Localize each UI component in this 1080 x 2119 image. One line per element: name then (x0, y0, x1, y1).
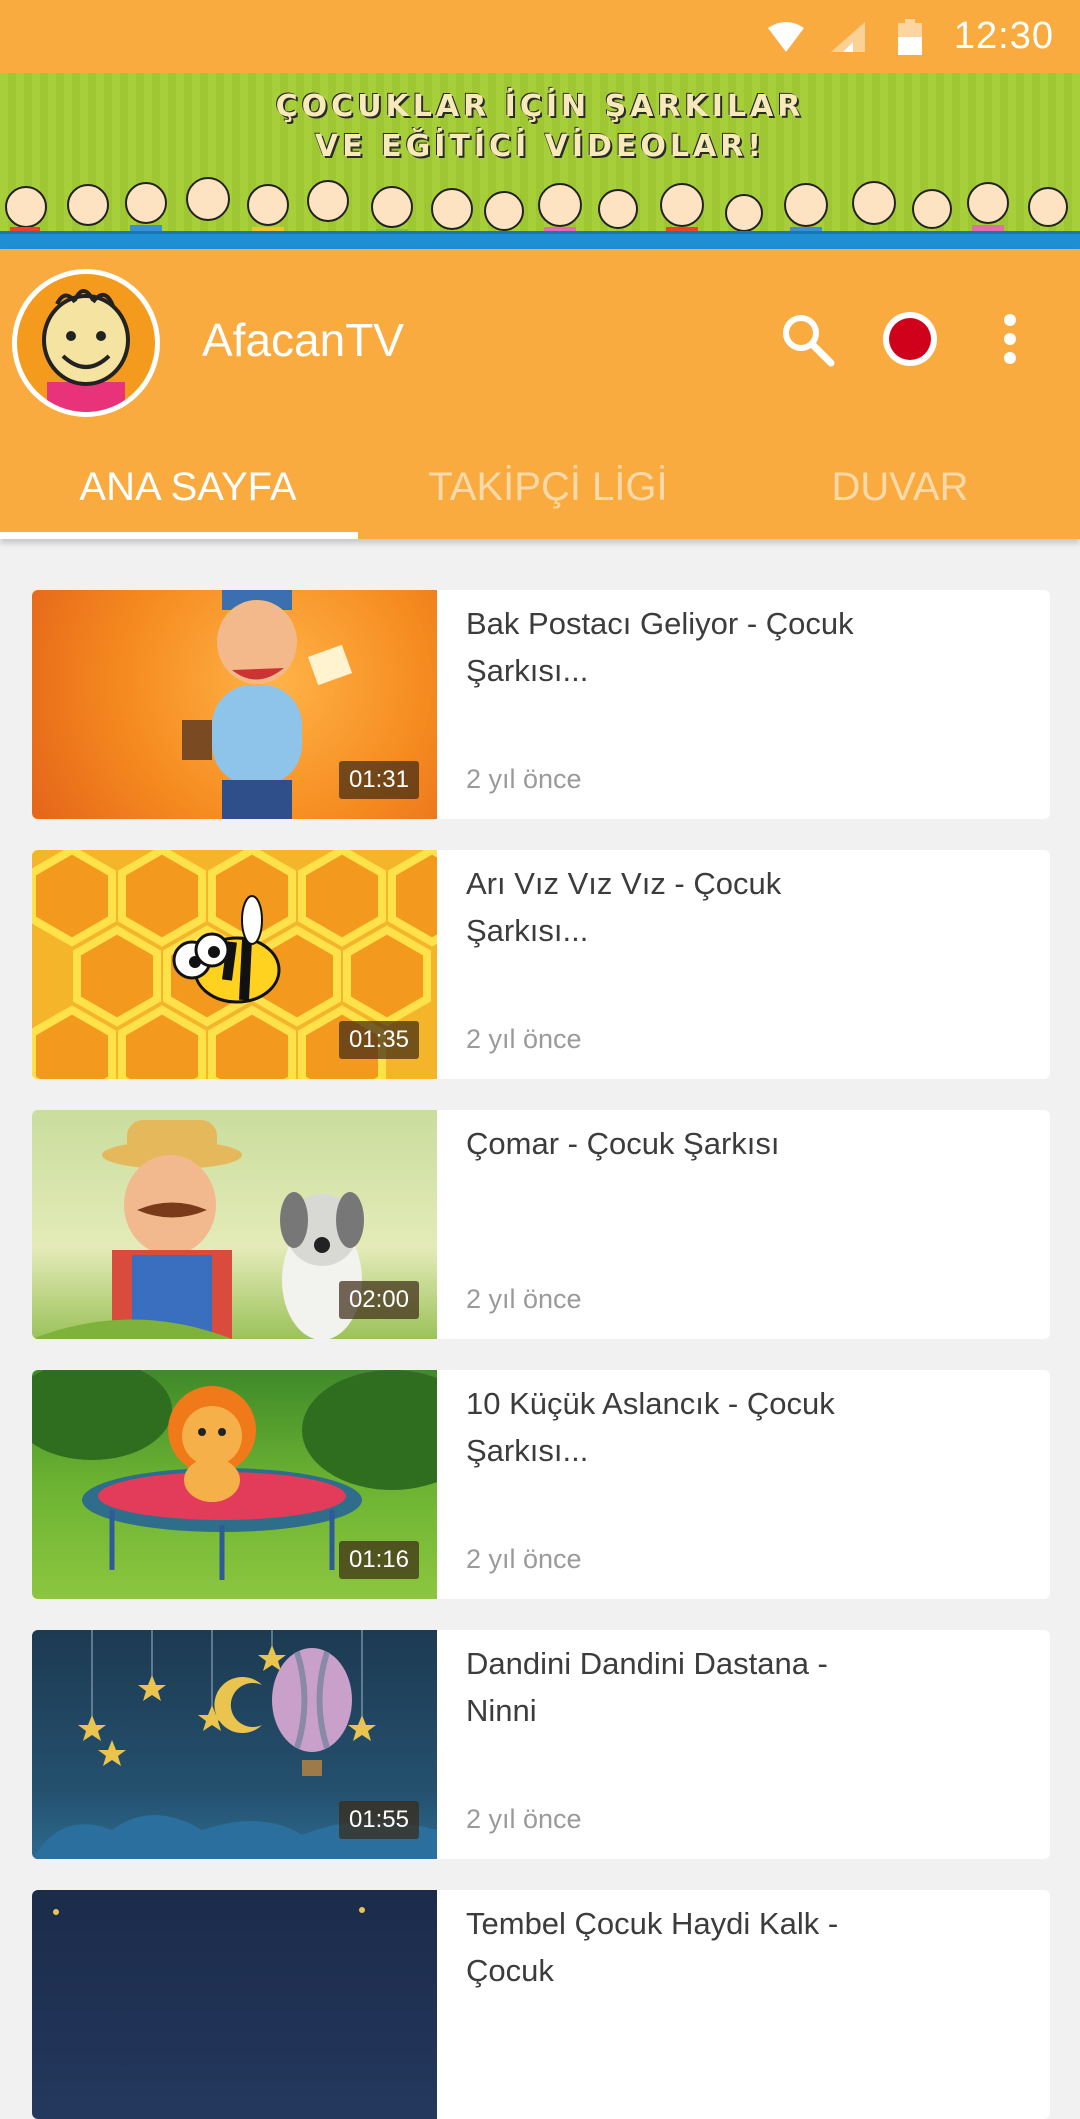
video-thumbnail[interactable]: 01:35 (32, 850, 437, 1079)
banner-line-2: VE EĞİTİCİ VİDEOLAR! (314, 129, 766, 164)
video-thumbnail[interactable]: 01:31 (32, 590, 437, 819)
tab-takipci-ligi[interactable]: TAKİPÇİ LİGİ (376, 439, 720, 539)
video-title[interactable]: 10 Küçük Aslancık - Çocuk Şarkısı... (466, 1380, 906, 1474)
video-card[interactable]: 01:55 Dandini Dandini Dastana - Ninni 2 … (32, 1630, 1050, 1859)
channel-banner: ÇOCUKLAR İÇİN ŞARKILAR VE EĞİTİCİ VİDEOL… (0, 73, 1080, 249)
status-time: 12:30 (953, 15, 1054, 57)
video-title[interactable]: Arı Vız Vız Vız - Çocuk Şarkısı... (466, 860, 906, 954)
more-vert-icon[interactable] (978, 307, 1042, 371)
battery-icon (892, 18, 928, 55)
video-duration: 01:16 (338, 1541, 419, 1579)
video-title[interactable]: Tembel Çocuk Haydi Kalk - Çocuk (466, 1900, 906, 1994)
video-age: 2 yıl önce (466, 1804, 582, 1834)
tab-bar: ANA SAYFA TAKİPÇİ LİGİ DUVAR (0, 439, 1080, 539)
video-card[interactable]: 01:35 Arı Vız Vız Vız - Çocuk Şarkısı...… (32, 850, 1050, 1079)
video-duration: 01:35 (338, 1021, 419, 1059)
banner-line-1: ÇOCUKLAR İÇİN ŞARKILAR (275, 89, 805, 124)
video-card[interactable]: 01:16 10 Küçük Aslancık - Çocuk Şarkısı.… (32, 1370, 1050, 1599)
video-card[interactable]: 02:00 Çomar - Çocuk Şarkısı 2 yıl önce (32, 1110, 1050, 1339)
video-duration: 01:55 (338, 1801, 419, 1839)
channel-title: AfacanTV (202, 314, 404, 366)
video-duration: 02:00 (338, 1281, 419, 1319)
wifi-icon (767, 19, 804, 55)
video-card[interactable]: 01:31 Bak Postacı Geliyor - Çocuk Şarkıs… (32, 590, 1050, 819)
video-thumbnail[interactable]: 01:55 (32, 1630, 437, 1859)
video-thumbnail[interactable]: 02:00 (32, 1110, 437, 1339)
tab-indicator (0, 532, 358, 539)
video-thumbnail[interactable]: 01:16 (32, 1370, 437, 1599)
channel-avatar[interactable] (12, 269, 160, 417)
video-title[interactable]: Bak Postacı Geliyor - Çocuk Şarkısı... (466, 600, 906, 694)
video-age: 2 yıl önce (466, 1544, 582, 1574)
search-icon[interactable] (775, 307, 839, 371)
tab-ana-sayfa[interactable]: ANA SAYFA (0, 439, 376, 539)
video-thumbnail[interactable] (32, 1890, 437, 2119)
banner-water (0, 231, 1080, 249)
video-title[interactable]: Çomar - Çocuk Şarkısı (466, 1120, 906, 1167)
banner-title: ÇOCUKLAR İÇİN ŞARKILAR VE EĞİTİCİ VİDEOL… (0, 87, 1080, 167)
video-age: 2 yıl önce (466, 1024, 582, 1054)
video-duration: 01:31 (338, 761, 419, 799)
video-age: 2 yıl önce (466, 764, 582, 794)
video-age: 2 yıl önce (466, 1284, 582, 1314)
tab-duvar[interactable]: DUVAR (720, 439, 1080, 539)
video-title[interactable]: Dandini Dandini Dastana - Ninni (466, 1640, 906, 1734)
signal-icon (830, 19, 866, 55)
record-icon[interactable] (878, 307, 942, 371)
app-bar: AfacanTV ANA SAYFA TAKİPÇİ LİGİ DUVAR (0, 249, 1080, 539)
status-bar: 12:30 (0, 0, 1080, 73)
video-card[interactable]: Tembel Çocuk Haydi Kalk - Çocuk (32, 1890, 1050, 2119)
